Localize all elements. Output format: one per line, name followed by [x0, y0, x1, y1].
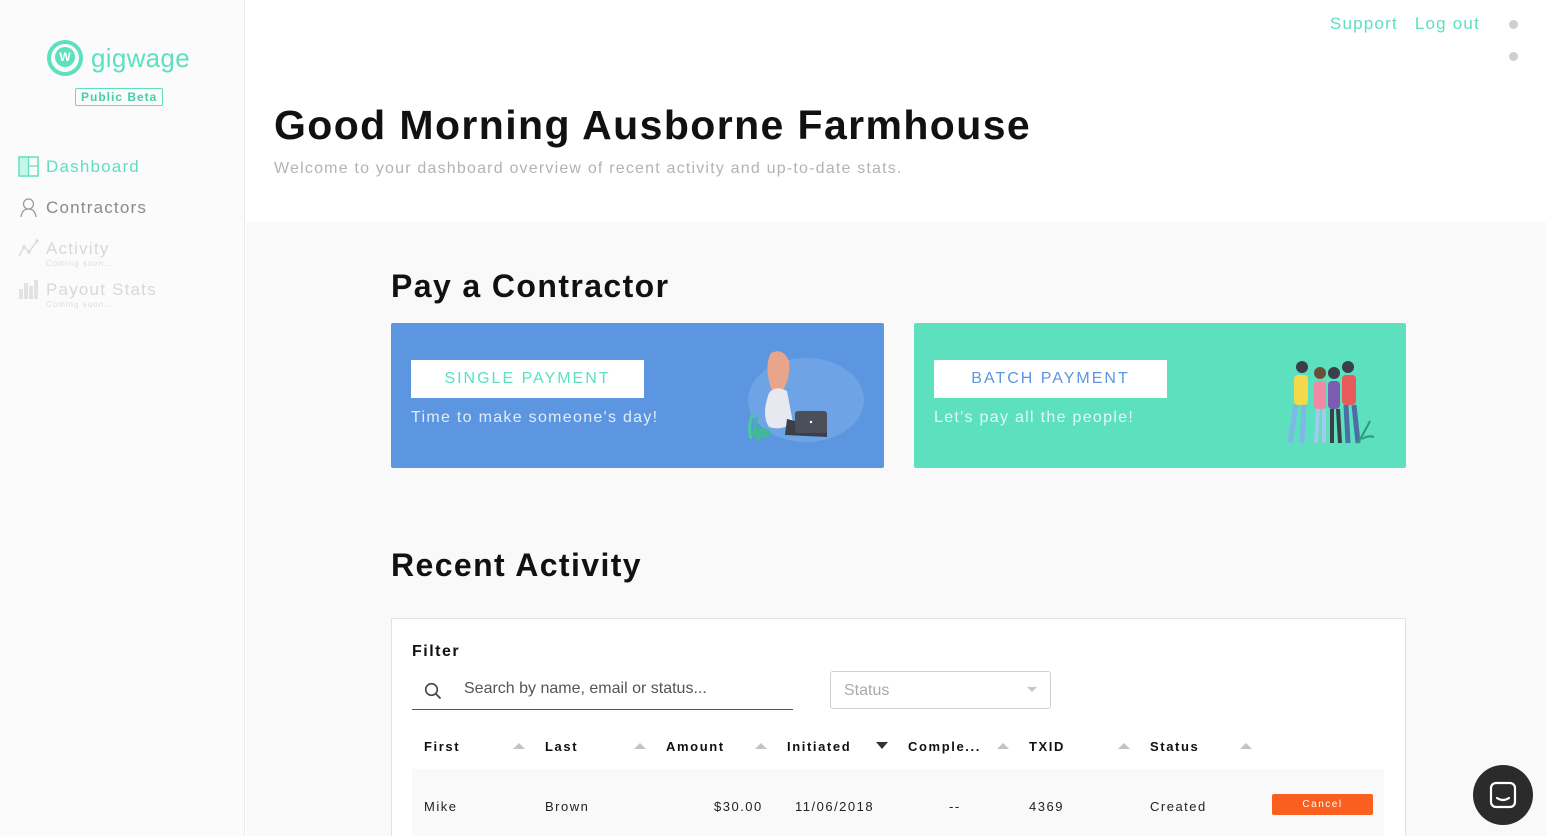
page-title: Good Morning Ausborne Farmhouse: [274, 102, 1032, 148]
chevron-down-icon: [1027, 687, 1037, 692]
column-header-initiated[interactable]: Initiated: [787, 739, 851, 754]
sort-arrow-icon[interactable]: [755, 743, 767, 749]
status-dot: [1509, 52, 1518, 61]
pay-contractor-title: Pay a Contractor: [391, 268, 670, 304]
page-subtitle: Welcome to your dashboard overview of re…: [274, 160, 903, 177]
recent-activity-title: Recent Activity: [391, 547, 642, 583]
sidebar-item-dashboard[interactable]: Dashboard: [18, 156, 140, 177]
column-header-first[interactable]: First: [424, 739, 460, 754]
batch-payment-description: Let's pay all the people!: [934, 409, 1135, 426]
bar-chart-icon: [19, 280, 38, 299]
cell-first: Mike: [424, 799, 458, 814]
group-hug-illustration: [1287, 361, 1375, 444]
logout-link[interactable]: Log out: [1415, 14, 1480, 34]
sidebar-item-contractors[interactable]: Contractors: [18, 197, 147, 218]
coming-soon-label: Coming soon...: [46, 300, 114, 309]
sort-arrow-icon[interactable]: [634, 743, 646, 749]
sidebar: gigwage Public Beta Dashboard Contractor…: [0, 0, 245, 836]
sort-arrow-icon[interactable]: [1240, 743, 1252, 749]
single-payment-description: Time to make someone's day!: [411, 409, 659, 426]
single-payment-button[interactable]: SINGLE PAYMENT: [411, 360, 644, 398]
column-header-amount[interactable]: Amount: [666, 739, 725, 754]
support-link[interactable]: Support: [1330, 14, 1398, 34]
batch-payment-card[interactable]: BATCH PAYMENT Let's pay all the people!: [914, 323, 1406, 468]
header-links: Support Log out: [1330, 14, 1480, 34]
sidebar-item-payout-stats: Payout Stats Coming soon...: [18, 279, 157, 310]
column-header-status[interactable]: Status: [1150, 739, 1199, 754]
sort-arrow-icon[interactable]: [997, 743, 1009, 749]
coming-soon-label: Coming soon...: [46, 259, 114, 268]
gigwage-logo-icon: [47, 40, 83, 76]
cancel-button[interactable]: Cancel: [1272, 794, 1373, 815]
cell-initiated: 11/06/2018: [795, 799, 875, 814]
sidebar-item-label: Dashboard: [46, 157, 140, 176]
sort-arrow-icon[interactable]: [876, 742, 888, 749]
status-placeholder: Status: [844, 682, 890, 699]
sort-arrow-icon[interactable]: [513, 743, 525, 749]
sidebar-item-label: Activity: [46, 239, 110, 258]
chat-launcher[interactable]: [1473, 765, 1533, 825]
sidebar-item-label: Contractors: [46, 198, 148, 217]
person-laptop-illustration: [747, 351, 864, 442]
search-field[interactable]: [412, 675, 793, 710]
status-dot: [1509, 20, 1518, 29]
cell-amount: $30.00: [714, 799, 763, 814]
search-input[interactable]: [464, 680, 784, 698]
dashboard-icon: [18, 156, 39, 177]
cell-last: Brown: [545, 799, 590, 814]
cell-txid: 4369: [1029, 799, 1064, 814]
brand-name: gigwage: [91, 42, 190, 73]
logo[interactable]: gigwage: [47, 40, 190, 76]
recent-activity-panel: Filter Status First Last Amount Initiate…: [391, 618, 1406, 836]
beta-badge: Public Beta: [75, 88, 164, 106]
sort-arrow-icon[interactable]: [1118, 743, 1130, 749]
activity-icon: [18, 239, 39, 257]
filter-label: Filter: [412, 643, 461, 660]
column-header-txid[interactable]: TXID: [1029, 739, 1065, 754]
batch-payment-button[interactable]: BATCH PAYMENT: [934, 360, 1167, 398]
search-icon: [424, 682, 442, 700]
column-header-completed[interactable]: Comple...: [908, 739, 981, 754]
chat-icon: [1489, 781, 1517, 809]
status-dropdown[interactable]: Status: [830, 671, 1051, 709]
sidebar-item-label: Payout Stats: [46, 280, 157, 299]
sidebar-item-activity: Activity Coming soon...: [18, 238, 114, 269]
cell-completed: --: [949, 799, 961, 814]
column-header-last[interactable]: Last: [545, 739, 578, 754]
user-icon: [20, 198, 37, 218]
cell-status: Created: [1150, 799, 1207, 814]
single-payment-card[interactable]: SINGLE PAYMENT Time to make someone's da…: [391, 323, 884, 468]
